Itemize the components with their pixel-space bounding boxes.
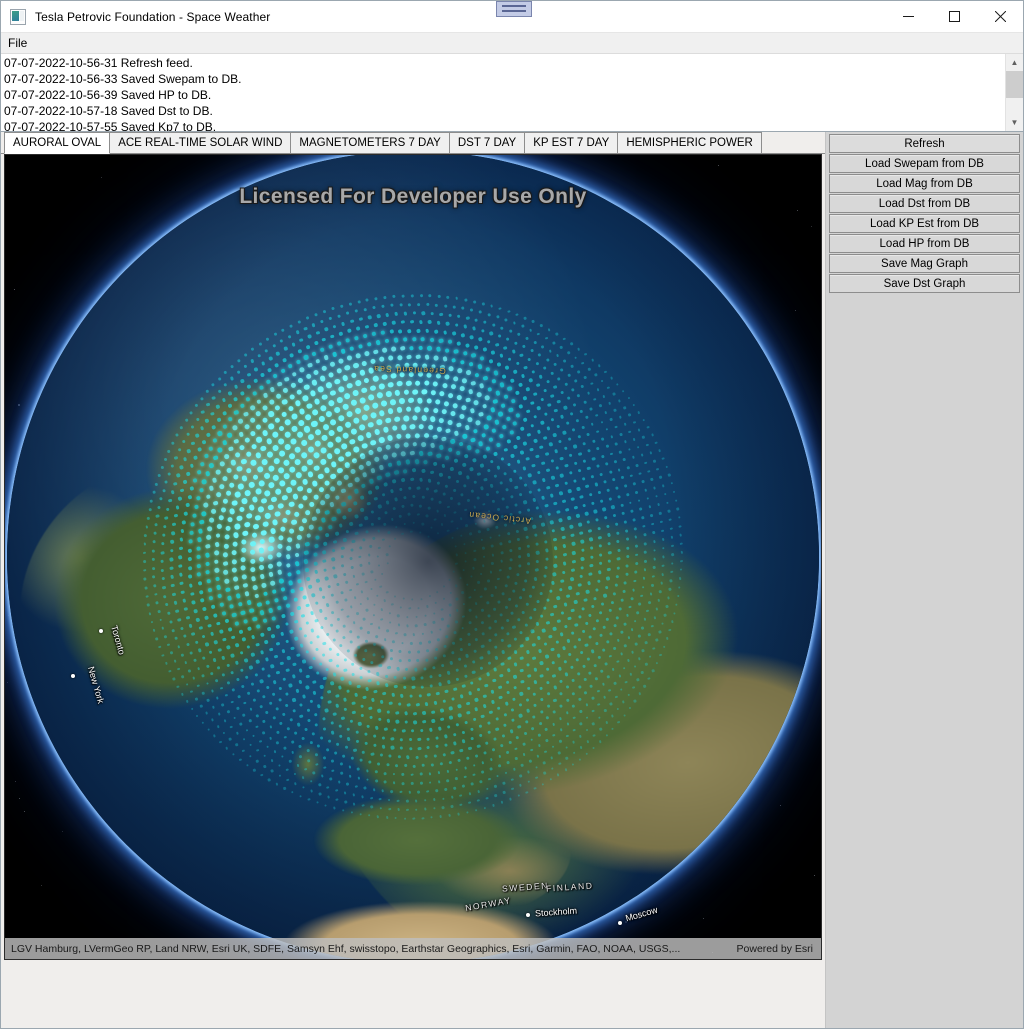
title-bar: Tesla Petrovic Foundation - Space Weathe…: [1, 1, 1023, 33]
scrollbar-track[interactable]: [1006, 71, 1023, 114]
star: [40, 885, 42, 887]
star: [14, 780, 16, 782]
close-button[interactable]: [977, 1, 1023, 32]
tab-auroral-oval[interactable]: AURORAL OVAL: [4, 132, 111, 154]
globe: [7, 155, 819, 959]
button-load-mag-from-db[interactable]: Load Mag from DB: [829, 174, 1020, 193]
star: [61, 831, 63, 833]
log-line: 07-07-2022-10-57-18 Saved Dst to DB.: [4, 104, 213, 118]
auroral-oval-map[interactable]: TorontoNew YorkStockholmMoscowWarsawPari…: [4, 154, 822, 960]
snap-layout-indicator[interactable]: [496, 1, 532, 17]
log-line: 07-07-2022-10-57-55 Saved Kp7 to DB.: [4, 120, 217, 131]
button-load-kp-est-from-db[interactable]: Load KP Est from DB: [829, 214, 1020, 233]
star: [18, 798, 20, 800]
log-line: 07-07-2022-10-56-31 Refresh feed.: [4, 56, 193, 70]
attribution-sources: LGV Hamburg, LVermGeo RP, Land NRW, Esri…: [11, 942, 681, 955]
scrollbar-thumb[interactable]: [1006, 71, 1023, 98]
button-save-mag-graph[interactable]: Save Mag Graph: [829, 254, 1020, 273]
button-refresh[interactable]: Refresh: [829, 134, 1020, 153]
map-attribution-bar: LGV Hamburg, LVermGeo RP, Land NRW, Esri…: [5, 938, 821, 959]
star: [796, 210, 798, 212]
map-city-dot: [618, 921, 622, 925]
main-content: AURORAL OVAL ACE REAL-TIME SOLAR WIND MAGN…: [1, 132, 1023, 1028]
button-save-dst-graph[interactable]: Save Dst Graph: [829, 274, 1020, 293]
log-line: 07-07-2022-10-56-33 Saved Swepam to DB.: [4, 72, 242, 86]
log-panel: 07-07-2022-10-56-31 Refresh feed. 07-07-2…: [1, 54, 1023, 132]
scroll-up-icon[interactable]: ▲: [1006, 54, 1023, 71]
button-load-hp-from-db[interactable]: Load HP from DB: [829, 234, 1020, 253]
left-column: AURORAL OVAL ACE REAL-TIME SOLAR WIND MAGN…: [1, 132, 825, 1028]
button-load-swepam-from-db[interactable]: Load Swepam from DB: [829, 154, 1020, 173]
star: [6, 681, 8, 683]
tab-hemispheric-power[interactable]: HEMISPHERIC POWER: [617, 132, 762, 153]
powered-by-esri[interactable]: Powered by Esri: [737, 943, 821, 955]
star: [758, 341, 760, 343]
star: [795, 310, 797, 312]
menu-bar: File: [1, 33, 1023, 54]
log-scrollbar[interactable]: ▲ ▼: [1005, 54, 1023, 131]
action-button-panel: Refresh Load Swepam from DB Load Mag from …: [825, 132, 1023, 1028]
star: [813, 874, 815, 876]
star: [7, 615, 9, 617]
app-window: Tesla Petrovic Foundation - Space Weathe…: [0, 0, 1024, 1029]
star: [100, 176, 102, 178]
star: [13, 288, 15, 290]
button-load-dst-from-db[interactable]: Load Dst from DB: [829, 194, 1020, 213]
window-controls: [885, 1, 1023, 32]
tab-kp-est-7-day[interactable]: KP EST 7 DAY: [524, 132, 619, 153]
maximize-button[interactable]: [931, 1, 977, 32]
tab-strip: AURORAL OVAL ACE REAL-TIME SOLAR WIND MAGN…: [1, 132, 825, 154]
star: [718, 164, 720, 166]
log-line-list[interactable]: 07-07-2022-10-56-31 Refresh feed. 07-07-2…: [1, 54, 1005, 131]
scroll-down-icon[interactable]: ▼: [1006, 114, 1023, 131]
star: [810, 226, 812, 228]
minimize-button[interactable]: [885, 1, 931, 32]
map-city-dot: [71, 674, 75, 678]
window-title: Tesla Petrovic Foundation - Space Weathe…: [35, 9, 271, 24]
menu-item-file[interactable]: File: [1, 33, 34, 53]
log-line: 07-07-2022-10-56-39 Saved HP to DB.: [4, 88, 212, 102]
app-icon: [10, 8, 26, 25]
star: [24, 810, 26, 812]
map-city-dot: [99, 629, 103, 633]
star: [17, 404, 20, 407]
map-container: TorontoNew YorkStockholmMoscowWarsawPari…: [1, 154, 825, 1028]
landmass-british-isles: [283, 735, 334, 792]
tab-magnetometers-7-day[interactable]: MAGNETOMETERS 7 DAY: [290, 132, 450, 153]
tab-dst-7-day[interactable]: DST 7 DAY: [448, 132, 526, 153]
polar-shadow: [303, 437, 553, 687]
tab-ace-real-time-solar-wind[interactable]: ACE REAL-TIME SOLAR WIND: [109, 132, 292, 153]
map-city-dot: [526, 913, 530, 917]
